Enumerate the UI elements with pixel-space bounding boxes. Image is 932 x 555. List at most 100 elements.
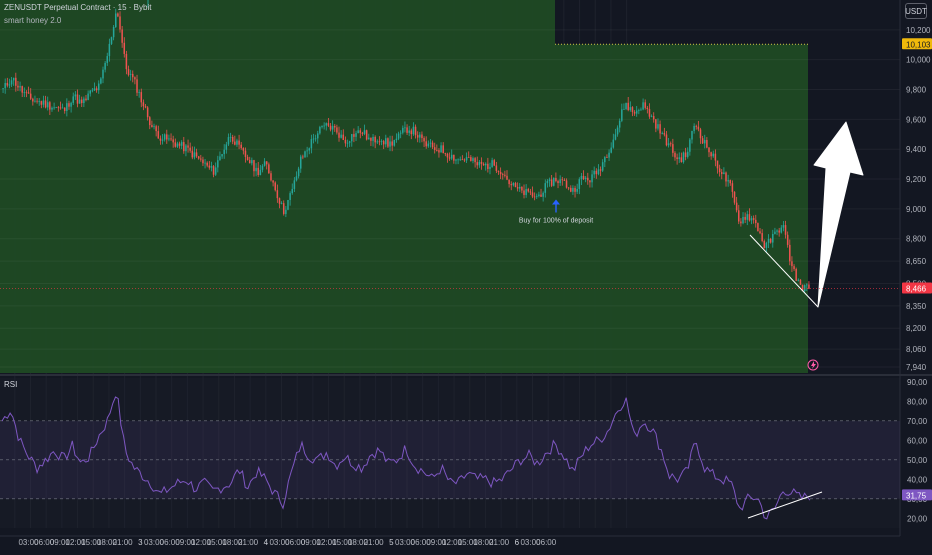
candle-body [644,102,646,108]
price-tick-label: 8,200 [906,324,927,333]
candle-body [161,139,164,141]
candle-body [61,107,64,109]
candle-body [757,223,759,232]
candle-body [157,131,160,139]
candle-body [42,100,45,105]
candle-body [34,100,36,102]
buy-signal-label: Buy for 100% of deposit [519,218,593,225]
candle-body [474,158,476,163]
candle-body [272,180,274,183]
candle-body [106,56,109,63]
time-tick-label: 3 [138,538,143,547]
candle-body [604,157,606,163]
candle-body [667,143,670,146]
rsi-tick-label: 70,00 [907,417,928,426]
candle-body [368,137,370,140]
price-tick-label: 9,600 [906,115,927,124]
candle-body [353,134,355,137]
candle-body [693,125,695,131]
candle-body [744,216,746,220]
candle-body [121,29,123,43]
candle-body [752,218,755,220]
candle-body [731,183,734,192]
price-tick-label: 9,800 [906,86,927,95]
chart-canvas[interactable]: Buy for 100% of deposit 10,200 10,000 9,800… [0,0,932,550]
candle-body [638,110,640,111]
candle-body [183,142,185,152]
candle-body [40,101,43,105]
candle-body [652,116,655,120]
candle-body [134,77,136,80]
candle-body [472,158,474,161]
candle-body [533,196,536,198]
candle-body [553,177,555,186]
candle-body [761,233,763,242]
candle-body [100,78,102,84]
candle-body [265,161,268,165]
candle-body [374,136,376,143]
chart-area[interactable]: Buy for 100% of deposit 10,200 10,000 9,800… [0,0,932,550]
candle-body [648,109,651,117]
candle-body [791,261,793,267]
candle-body [529,191,532,193]
price-tick-label: 8,800 [906,235,927,244]
time-tick-label: 6 [515,538,520,547]
candle-body [701,138,704,144]
candle-body [289,193,291,200]
candle-body [421,134,423,139]
candle-body [427,143,430,147]
candle-body [444,153,447,154]
candle-body [72,96,74,103]
candle-body [623,109,625,110]
rsi-tick-label: 20,00 [907,514,928,523]
candle-body [714,153,717,161]
candle-body [172,139,174,143]
candle-body [531,192,534,197]
candle-body [166,134,168,140]
candle-body [242,148,245,151]
candle-body [85,98,87,100]
symbol-title[interactable]: ZENUSDT Perpetual Contract · 15 · Bybit [4,3,151,12]
candle-body [285,209,287,214]
candle-body [97,83,100,91]
candle-body [499,171,502,175]
candle-body [765,242,768,248]
candle-body [4,83,6,89]
candle-body [504,174,506,176]
candle-body [397,133,400,139]
candle-body [780,227,783,233]
candle-body [635,110,638,114]
candle-body [270,173,272,181]
candle-body [200,158,202,160]
candle-body [521,186,523,191]
candle-body [110,37,113,44]
candle-body [465,157,468,161]
candle-body [410,130,413,135]
candle-body [565,180,568,188]
candle-body [334,126,336,128]
candle-body [508,179,510,185]
candle-body [344,139,347,144]
candle-body [221,154,223,157]
time-tick-label: 21:00 [364,538,385,547]
candle-body [231,136,234,142]
candle-body [78,99,81,104]
candle-body [263,161,266,166]
candle-body [555,177,557,182]
candle-body [784,225,787,235]
candle-body [778,230,780,233]
indicator-name[interactable]: smart honey 2.0 [4,16,61,25]
candle-body [484,163,487,166]
candle-body [748,214,751,221]
candle-body [576,188,578,192]
candle-body [19,86,21,88]
candle-body [593,170,595,175]
candle-body [423,138,425,142]
candle-body [625,102,627,110]
candle-body [436,149,438,151]
candle-body [759,231,761,234]
time-tick-label: 06:00 [536,538,557,547]
candle-body [674,152,676,158]
candle-body [348,141,351,143]
currency-button[interactable]: USDT [905,3,927,19]
